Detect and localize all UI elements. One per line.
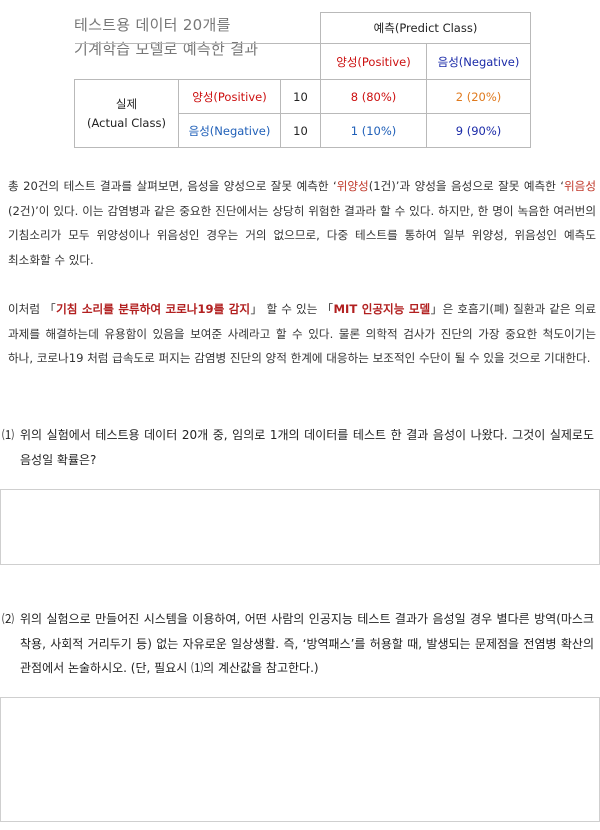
question-1-text: 위의 실험에서 테스트용 데이터 20개 중, 임의로 1개의 데이터를 테스트… [20, 428, 594, 467]
actual-class-subtitle: (Actual Class) [87, 115, 166, 130]
false-positive-highlight: 위양성 [336, 179, 369, 193]
predict-positive-header: 양성(Positive) [320, 43, 427, 80]
answer-box-1[interactable] [0, 489, 600, 565]
cough-detection-highlight: 기침 소리를 분류하여 코로나19를 감지 [56, 302, 251, 316]
mit-ai-model-highlight: MIT 인공지능 모델 [333, 302, 431, 316]
actual-negative-label: 음성(Negative) [178, 113, 281, 148]
question-1-number: ⑴ [2, 428, 15, 442]
question-2: ⑵ 위의 실험으로 만들어진 시스템을 이용하여, 어떤 사람의 인공지능 테스… [0, 607, 594, 681]
question-1: ⑴ 위의 실험에서 테스트용 데이터 20개 중, 임의로 1개의 데이터를 테… [0, 423, 594, 472]
analysis-paragraph: 총 20건의 테스트 결과를 살펴보면, 음성을 양성으로 잘못 예측한 ‘위양… [8, 179, 596, 267]
true-negative-cell: 9 (90%) [426, 113, 531, 148]
actual-negative-total: 10 [280, 113, 321, 148]
conclusion-paragraph: 이처럼 「기침 소리를 분류하여 코로나19를 감지」 할 수 있는 「MIT … [8, 302, 596, 365]
predict-negative-header: 음성(Negative) [426, 43, 531, 80]
false-positive-cell: 1 (10%) [320, 113, 427, 148]
answer-box-2[interactable] [0, 697, 600, 822]
question-2-number: ⑵ [2, 612, 15, 626]
actual-class-title: 실제 [115, 96, 138, 111]
actual-positive-total: 10 [280, 79, 321, 114]
confusion-matrix-table: 예측(Predict Class) 양성(Positive) 음성(Negati… [74, 12, 531, 148]
true-positive-cell: 8 (80%) [320, 79, 427, 114]
question-2-text: 위의 실험으로 만들어진 시스템을 이용하여, 어떤 사람의 인공지능 테스트 … [20, 612, 594, 675]
false-negative-highlight: 위음성 [564, 179, 596, 193]
false-negative-cell: 2 (20%) [426, 79, 531, 114]
actual-positive-label: 양성(Positive) [178, 79, 281, 114]
actual-class-header: 실제 (Actual Class) [74, 79, 179, 148]
predict-class-header: 예측(Predict Class) [320, 12, 531, 44]
